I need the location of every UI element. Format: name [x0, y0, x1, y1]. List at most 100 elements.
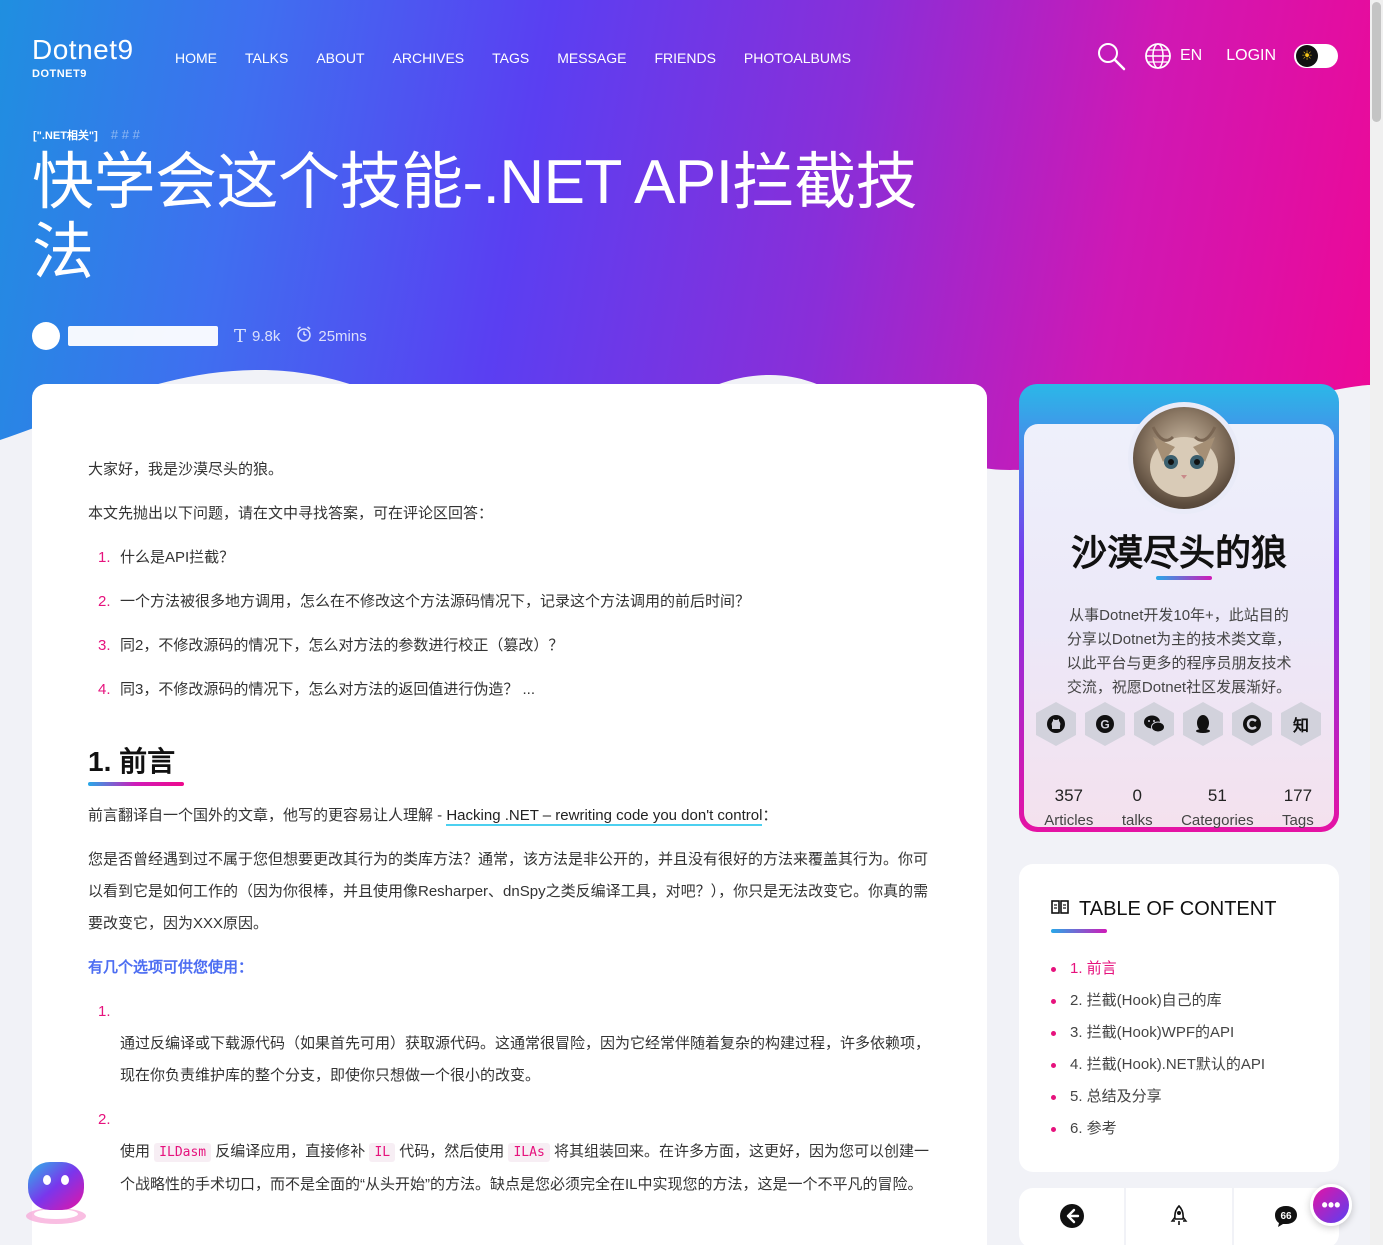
zhihu-icon[interactable]: 知: [1281, 702, 1321, 746]
option-number: 2.: [98, 1111, 111, 1128]
list-text: 一个方法被很多地方调用，怎么在不修改这个方法源码情况下，记录这个方法调用的前后时…: [120, 593, 751, 610]
nav-message[interactable]: MESSAGE: [557, 50, 626, 66]
stat-label: Tags: [1282, 812, 1314, 829]
option-item: 1. 通过反编译或下载源代码（如果首先可用）获取源代码。这通常很冒险，因为它经常…: [88, 996, 931, 1092]
stat-label: talks: [1121, 812, 1153, 829]
word-count-value: 9.8k: [252, 327, 281, 345]
toc-bullet: [1051, 1030, 1056, 1036]
toc-bullet: [1051, 998, 1056, 1004]
profile-avatar[interactable]: [1128, 402, 1240, 514]
nav-photoalbums[interactable]: PHOTOALBUMS: [744, 50, 851, 66]
profile-stats: 357 Articles 0 talks 51 Categories 177 T…: [1024, 786, 1334, 829]
wechat-icon[interactable]: [1134, 702, 1174, 746]
scrollbar-thumb[interactable]: [1372, 2, 1381, 122]
option-number: 1.: [98, 1003, 111, 1020]
site-brand[interactable]: Dotnet9 DOTNET9: [32, 34, 134, 80]
author-name-placeholder: [68, 326, 218, 346]
header-tools: EN LOGIN ☀: [1096, 40, 1339, 72]
theme-toggle[interactable]: ☀: [1294, 44, 1339, 68]
brand-subtitle: DOTNET9: [32, 68, 87, 80]
stat-value: 177: [1283, 786, 1313, 805]
toc-bullet: [1051, 1126, 1056, 1132]
source-article-link[interactable]: Hacking .NET – rewriting code you don't …: [446, 807, 763, 826]
stat-categories[interactable]: 51 Categories: [1181, 786, 1254, 829]
option-text-part: 反编译应用，直接修补: [211, 1143, 370, 1160]
profile-name-underline: [1156, 576, 1212, 580]
article-card: 大家好，我是沙漠尽头的狼。 本文先抛出以下问题，请在文中寻找答案，可在评论区回答…: [32, 384, 987, 1245]
option-item: 2. 使用 ILDasm 反编译应用，直接修补 IL 代码，然后使用 ILAs …: [88, 1104, 931, 1201]
toc-item-label: 6. 参考: [1070, 1120, 1117, 1137]
toc-title: TABLE OF CONTENT: [1051, 898, 1307, 921]
brand-name[interactable]: Dotnet9: [32, 34, 134, 66]
toc-title-text: TABLE OF CONTENT: [1079, 898, 1277, 920]
list-number: 4.: [98, 681, 111, 698]
toc-item[interactable]: 1. 前言: [1051, 953, 1307, 985]
inline-code: ILAs: [508, 1143, 550, 1162]
list-text: 同2，不修改源码的情况下，怎么对方法的参数进行校正（篡改）？: [120, 637, 564, 654]
nav-about[interactable]: ABOUT: [316, 50, 364, 66]
stat-label: Categories: [1181, 812, 1254, 829]
stat-value: 357: [1054, 786, 1083, 805]
heading-label: 1. 前言: [88, 746, 176, 777]
toc-item-label: 3. 拦截(Hook)WPF的API: [1070, 1024, 1235, 1041]
post-category[interactable]: [".NET相关"] # # #: [33, 127, 140, 143]
preface-paragraph: 前言翻译自一个国外的文章，他写的更容易让人理解 - Hacking .NET –…: [88, 800, 931, 832]
back-to-top-button[interactable]: [1126, 1188, 1234, 1245]
github-icon[interactable]: [1036, 702, 1076, 746]
csdn-icon[interactable]: [1232, 702, 1272, 746]
preface-colon: ：: [762, 807, 778, 824]
nav-archives[interactable]: ARCHIVES: [393, 50, 465, 66]
main-nav: HOME TALKS ABOUT ARCHIVES TAGS MESSAGE F…: [175, 50, 851, 66]
login-link[interactable]: LOGIN: [1226, 47, 1276, 65]
language-switch[interactable]: EN: [1180, 47, 1202, 65]
category-label[interactable]: [".NET相关"]: [33, 130, 98, 142]
qq-icon[interactable]: [1183, 702, 1223, 746]
options-heading: 有几个选项可供您使用：: [88, 959, 254, 976]
list-item: 4. 同3，不修改源码的情况下，怎么对方法的返回值进行伪造？ ...: [88, 674, 931, 706]
nav-home[interactable]: HOME: [175, 50, 217, 66]
clock-icon: [296, 326, 312, 346]
book-icon: [1051, 898, 1069, 921]
arrow-left-circle-icon: [1059, 1203, 1085, 1234]
toc-item[interactable]: 2. 拦截(Hook)自己的库: [1051, 985, 1307, 1017]
scrollbar[interactable]: [1370, 0, 1383, 1245]
nav-talks[interactable]: TALKS: [245, 50, 288, 66]
ellipsis-icon: •••: [1321, 1194, 1341, 1215]
toc-item[interactable]: 3. 拦截(Hook)WPF的API: [1051, 1017, 1307, 1049]
sun-icon: ☀: [1296, 45, 1319, 67]
nav-friends[interactable]: FRIENDS: [654, 50, 715, 66]
toc-bullet: [1051, 966, 1056, 972]
assistant-bot-icon[interactable]: [22, 1158, 90, 1226]
inline-code: IL: [369, 1143, 396, 1162]
section-heading-text: 1. 前言: [88, 740, 184, 786]
tag-hashes[interactable]: # # #: [111, 127, 140, 142]
back-button[interactable]: [1019, 1188, 1127, 1245]
toc-item-label: 2. 拦截(Hook)自己的库: [1070, 992, 1222, 1009]
toc-bullet: [1051, 1062, 1056, 1068]
table-of-content: TABLE OF CONTENT 1. 前言 2. 拦截(Hook)自己的库 3…: [1019, 864, 1339, 1172]
toc-bullet: [1051, 1094, 1056, 1100]
nav-tags[interactable]: TAGS: [492, 50, 529, 66]
word-count: T 9.8k: [234, 326, 280, 347]
option-text-part: 代码，然后使用: [395, 1143, 509, 1160]
profile-inner: 沙漠尽头的狼 从事Dotnet开发10年+，此站目的分享以Dotnet为主的技术…: [1024, 402, 1334, 829]
read-time-value: 25mins: [318, 327, 367, 345]
search-icon[interactable]: [1096, 41, 1126, 71]
bottom-toolbar: 66: [1019, 1188, 1339, 1245]
gitee-icon[interactable]: G: [1085, 702, 1125, 746]
stat-articles[interactable]: 357 Articles: [1044, 786, 1093, 829]
rocket-icon: [1169, 1204, 1189, 1232]
toc-item-label: 5. 总结及分享: [1070, 1088, 1162, 1105]
more-options-button[interactable]: •••: [1310, 1184, 1352, 1226]
option-text: 使用 ILDasm 反编译应用，直接修补 IL 代码，然后使用 ILAs 将其组…: [98, 1136, 931, 1201]
quote-icon: 66: [1273, 1204, 1299, 1233]
stat-tags[interactable]: 177 Tags: [1282, 786, 1314, 829]
toc-item[interactable]: 4. 拦截(Hook).NET默认的API: [1051, 1049, 1307, 1081]
social-links: G 知: [1036, 702, 1321, 746]
toc-item[interactable]: 5. 总结及分享: [1051, 1081, 1307, 1113]
toc-item[interactable]: 6. 参考: [1051, 1113, 1307, 1145]
stat-talks[interactable]: 0 talks: [1122, 786, 1153, 829]
author-avatar[interactable]: [32, 322, 60, 350]
stat-label: Articles: [1044, 812, 1094, 829]
globe-icon[interactable]: [1144, 42, 1172, 70]
